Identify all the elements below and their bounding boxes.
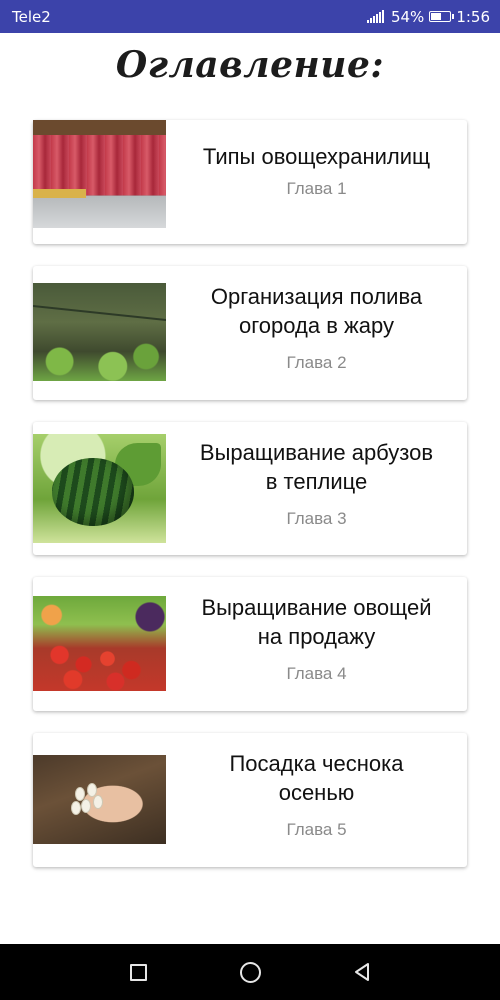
watermelon-photo bbox=[33, 434, 166, 543]
chapter-card-1[interactable]: Типы овощехранилищ Глава 1 bbox=[33, 120, 467, 244]
chapter-title: Посадка чеснока осенью bbox=[229, 751, 404, 805]
chapter-number: Глава 3 bbox=[286, 509, 347, 528]
chapter-card-5[interactable]: Посадка чеснока осенью Глава 5 bbox=[33, 733, 467, 867]
chapter-card-2[interactable]: Организация полива огорода в жару Глава … bbox=[33, 266, 467, 400]
chapter-card-4[interactable]: Выращивание овощей на продажу Глава 4 bbox=[33, 577, 467, 711]
battery-percent: 54% bbox=[390, 7, 425, 26]
page-title: Оглавление: bbox=[115, 44, 385, 86]
vegetables-photo bbox=[33, 596, 166, 691]
chapter-title: Выращивание овощей на продажу bbox=[201, 595, 432, 649]
recents-square-icon[interactable] bbox=[126, 960, 150, 984]
battery-icon bbox=[429, 11, 455, 22]
home-circle-icon[interactable] bbox=[238, 960, 262, 984]
chapter-number: Глава 1 bbox=[286, 179, 347, 198]
chapter-text: Посадка чеснока осенью Глава 5 bbox=[166, 733, 467, 840]
clock: 1:56 bbox=[456, 7, 490, 26]
garden-watering-photo bbox=[33, 283, 166, 381]
warehouse-photo bbox=[33, 120, 166, 228]
navigation-bar bbox=[0, 944, 500, 1000]
carrier-label: Tele2 bbox=[12, 7, 51, 26]
garlic-photo bbox=[33, 755, 166, 844]
chapter-card-3[interactable]: Выращивание арбузов в теплице Глава 3 bbox=[33, 422, 467, 555]
chapter-title: Выращивание арбузов в теплице bbox=[199, 440, 434, 494]
chapter-text: Выращивание овощей на продажу Глава 4 bbox=[166, 577, 467, 684]
chapter-number: Глава 5 bbox=[286, 820, 347, 839]
status-bar: Tele2 54% 1:56 bbox=[0, 0, 500, 33]
signal-icon bbox=[366, 10, 384, 23]
chapter-text: Организация полива огорода в жару Глава … bbox=[166, 266, 467, 373]
chapter-text: Типы овощехранилищ Глава 1 bbox=[166, 120, 467, 199]
chapter-number: Глава 4 bbox=[286, 664, 347, 683]
chapter-text: Выращивание арбузов в теплице Глава 3 bbox=[166, 422, 467, 529]
chapter-title: Организация полива огорода в жару bbox=[210, 284, 423, 338]
status-indicators: 54% 1:56 bbox=[366, 7, 490, 26]
chapter-number: Глава 2 bbox=[286, 353, 347, 372]
back-triangle-icon[interactable] bbox=[350, 960, 374, 984]
chapter-title: Типы овощехранилищ bbox=[202, 144, 431, 169]
